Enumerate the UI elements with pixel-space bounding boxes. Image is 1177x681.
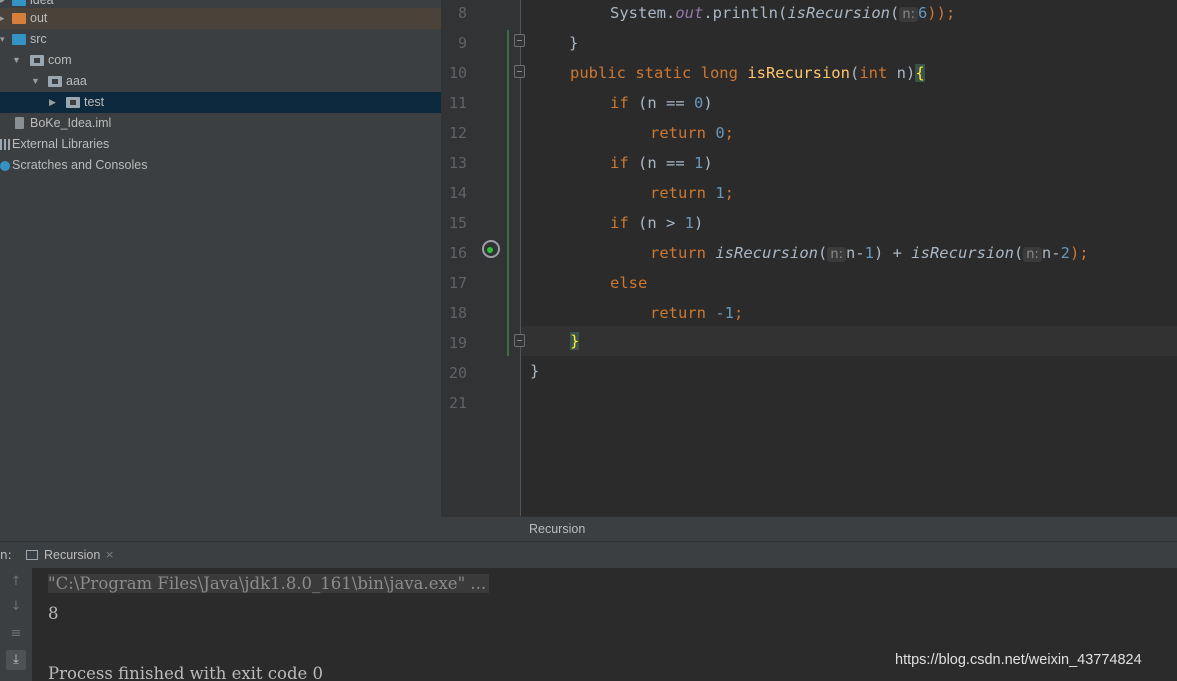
chevron-right-icon[interactable]: ▸ [0,8,5,29]
line-number: 13 [448,154,467,172]
recursive-call-icon[interactable] [482,240,500,258]
run-panel-header: n: Recursion × [0,541,1177,568]
line-number: 9 [457,34,467,52]
fold-marker-icon[interactable] [514,65,525,78]
line-number: 14 [448,184,467,202]
tree-item-src[interactable]: ▾ src [0,29,441,50]
line-number: 12 [448,124,467,142]
package-icon [30,55,44,66]
folder-icon [12,13,26,24]
code-line-20[interactable]: } [530,356,539,386]
console-line-finished: Process finished with exit code 0 [48,664,324,681]
fold-marker-icon[interactable] [514,334,525,347]
chevron-down-icon[interactable]: ▼ [31,71,40,92]
tree-item-test[interactable]: ▶ test [0,92,441,113]
code-line-19[interactable]: } [570,326,580,356]
code-editor[interactable]: 8 9 10 11 12 13 14 15 16 17 18 19 20 21 … [441,0,1177,516]
breadcrumb[interactable]: Recursion [441,516,1177,541]
parameter-hint: n: [827,247,846,262]
code-line-18[interactable]: return -1; [650,298,743,328]
tree-item-aaa[interactable]: ▼ aaa [0,71,441,92]
watermark: https://blog.csdn.net/weixin_43774824 [895,652,1142,668]
soft-wrap-icon[interactable]: ≡ [6,624,26,644]
line-number: 17 [448,274,467,292]
source-folder-icon [12,34,26,45]
line-number: 8 [457,4,467,22]
code-line-17[interactable]: else [610,268,647,298]
module-file-icon [15,117,24,129]
arrow-down-icon[interactable]: ↓ [6,597,26,617]
scratches-icon [0,161,10,171]
scroll-to-end-icon[interactable]: ⤓ [6,650,26,670]
console-line-command: "C:\Program Files\Java\jdk1.8.0_161\bin\… [48,569,490,599]
tree-item-out[interactable]: ▸ out [0,8,441,29]
code-line-8[interactable]: System.out.println(isRecursion(n: 6)); [610,0,955,28]
package-icon [66,97,80,108]
close-icon[interactable]: × [105,542,114,568]
code-line-12[interactable]: return 0; [650,118,734,148]
line-number: 21 [448,394,467,412]
line-number: 20 [448,364,467,382]
line-number: 18 [448,304,467,322]
chevron-down-icon[interactable]: ▾ [0,29,5,50]
tree-item-scratches[interactable]: Scratches and Consoles [0,155,441,176]
tree-item-com[interactable]: ▼ com [0,50,441,71]
vcs-change-marker[interactable] [507,30,509,356]
line-number: 16 [448,244,467,262]
arrow-up-icon[interactable]: ↑ [6,572,26,592]
tree-item-iml[interactable]: BoKe_Idea.iml [0,113,441,134]
code-line-13[interactable]: if (n == 1) [610,148,713,178]
parameter-hint: n: [1023,247,1042,262]
console-line-result: 8 [48,604,59,623]
code-line-10[interactable]: public static long isRecursion(int n){ [570,58,925,88]
fold-marker-icon[interactable] [514,34,525,47]
code-line-14[interactable]: return 1; [650,178,734,208]
editor-gutter: 8 9 10 11 12 13 14 15 16 17 18 19 20 21 [441,0,520,516]
console-icon [26,550,38,560]
project-tree: ▸ idea ▸ out ▾ src ▼ com ▼ aaa ▶ test Bo… [0,0,441,541]
chevron-down-icon[interactable]: ▼ [12,50,21,71]
line-number: 19 [448,334,467,352]
run-tab-recursion[interactable]: Recursion × [22,542,114,568]
folder-icon [12,0,26,6]
code-line-15[interactable]: if (n > 1) [610,208,703,238]
package-icon [48,76,62,87]
chevron-right-icon[interactable]: ▶ [49,92,56,113]
parameter-hint: n: [899,7,918,22]
code-line-9[interactable]: } [569,28,578,58]
line-number: 11 [448,94,467,112]
line-number: 10 [448,64,467,82]
code-line-11[interactable]: if (n == 0) [610,88,713,118]
breadcrumb-item[interactable]: Recursion [529,517,585,542]
line-number: 15 [448,214,467,232]
library-icon [0,139,10,150]
current-line-highlight [521,326,1177,356]
tree-item-external-libraries[interactable]: External Libraries [0,134,441,155]
code-line-16[interactable]: return isRecursion(n: n-1) + isRecursion(… [650,238,1089,268]
run-panel-title: n: [0,548,12,562]
run-toolbar: ↑ ↓ ≡ ⤓ [0,568,32,681]
